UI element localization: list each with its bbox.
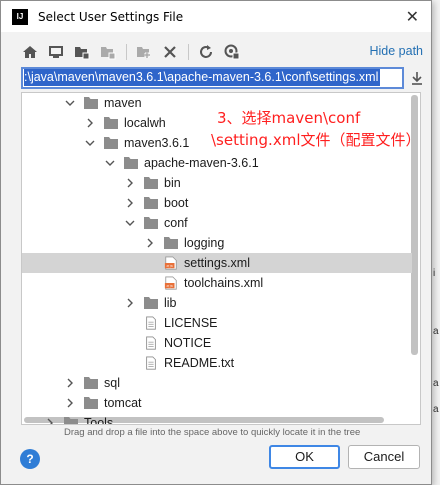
tree-row-label: boot — [164, 196, 189, 210]
tree-row-label: LICENSE — [164, 316, 218, 330]
path-text: :\java\maven\maven3.6.1\apache-maven-3.6… — [24, 69, 381, 86]
folder-icon — [83, 95, 99, 111]
tree-row[interactable]: Tools — [22, 413, 412, 425]
annotation-line-1: 3、选择maven\conf — [217, 109, 361, 127]
folder-icon — [83, 375, 99, 391]
new-folder-icon[interactable] — [133, 41, 155, 63]
tree-row-label: logging — [184, 236, 225, 250]
tree-row[interactable]: NOTICE — [22, 333, 412, 353]
tree-row[interactable]: tomcat — [22, 393, 412, 413]
background-text: a — [433, 378, 439, 389]
download-arrow-icon[interactable] — [409, 70, 425, 86]
tree-row[interactable]: logging — [22, 233, 412, 253]
folder-icon — [143, 215, 159, 231]
folder-icon — [103, 115, 119, 131]
toolbar-separator — [188, 44, 189, 60]
text-file-icon — [143, 315, 159, 331]
chevron-right-icon[interactable] — [45, 418, 55, 424]
title-bar: IJ Select User Settings File ✕ — [1, 1, 431, 32]
cancel-button[interactable]: Cancel — [348, 445, 420, 469]
svg-text:<>: <> — [166, 263, 174, 269]
tree-row-label: tomcat — [104, 396, 142, 410]
delete-icon[interactable] — [159, 41, 181, 63]
tree-row[interactable]: lib — [22, 293, 412, 313]
tree-row-label: bin — [164, 176, 181, 190]
tree-row-label: NOTICE — [164, 336, 212, 350]
tree-row[interactable]: boot — [22, 193, 412, 213]
desktop-icon[interactable] — [45, 41, 67, 63]
tree-row-label: localwh — [124, 116, 166, 130]
close-icon[interactable]: ✕ — [406, 7, 419, 27]
tree-row[interactable]: bin — [22, 173, 412, 193]
annotation-line-2: \setting.xml文件（配置文件） — [211, 131, 421, 149]
folder-icon — [143, 295, 159, 311]
folder-icon — [143, 175, 159, 191]
tree-row[interactable]: conf — [22, 213, 412, 233]
tree-row[interactable]: <> toolchains.xml — [22, 273, 412, 293]
file-chooser-toolbar: Hide path — [19, 41, 423, 63]
tree-row-label: toolchains.xml — [184, 276, 264, 290]
tree-row[interactable]: apache-maven-3.6.1 — [22, 153, 412, 173]
tree-row-label: settings.xml — [184, 256, 250, 270]
folder-icon — [63, 415, 79, 424]
chevron-right-icon[interactable] — [65, 378, 75, 388]
folder-icon — [143, 195, 159, 211]
chevron-down-icon[interactable] — [105, 158, 115, 168]
tree-row[interactable]: sql — [22, 373, 412, 393]
chevron-right-icon[interactable] — [65, 398, 75, 408]
svg-text:<>: <> — [166, 283, 174, 289]
module-folder-icon[interactable] — [97, 41, 119, 63]
tree-row-label: Tools — [84, 416, 114, 425]
toolbar-separator — [126, 44, 127, 60]
tree-row-label: lib — [164, 296, 177, 310]
tree-row-label: maven — [104, 96, 142, 110]
xml-file-icon: <> — [163, 255, 179, 271]
ok-button[interactable]: OK — [269, 445, 340, 469]
tree-row[interactable]: <> settings.xml — [22, 253, 412, 273]
show-hidden-icon[interactable] — [221, 41, 243, 63]
project-folder-icon[interactable] — [71, 41, 93, 63]
background-text: a — [433, 404, 439, 415]
chevron-right-icon[interactable] — [125, 198, 135, 208]
chevron-right-icon[interactable] — [85, 118, 95, 128]
text-file-icon — [143, 335, 159, 351]
tree-row-label: conf — [164, 216, 188, 230]
folder-icon — [123, 155, 139, 171]
chevron-right-icon[interactable] — [145, 238, 155, 248]
tree-row-label: README.txt — [164, 356, 235, 370]
home-icon[interactable] — [19, 41, 41, 63]
refresh-icon[interactable] — [195, 41, 217, 63]
select-settings-dialog: IJ Select User Settings File ✕ Hide path… — [0, 0, 432, 485]
folder-icon — [83, 395, 99, 411]
red-annotation: 3、选择maven\conf \setting.xml文件（配置文件） — [211, 107, 420, 151]
background-text: i — [433, 268, 436, 279]
chevron-right-icon[interactable] — [125, 178, 135, 188]
dialog-title: Select User Settings File — [38, 9, 184, 24]
path-row: :\java\maven\maven3.6.1\apache-maven-3.6… — [21, 67, 425, 89]
chevron-down-icon[interactable] — [65, 98, 75, 108]
background-text: a — [433, 326, 439, 337]
text-file-icon — [143, 355, 159, 371]
chevron-down-icon[interactable] — [125, 218, 135, 228]
tree-row-label: sql — [104, 376, 120, 390]
tree-row[interactable]: README.txt — [22, 353, 412, 373]
path-input[interactable]: :\java\maven\maven3.6.1\apache-maven-3.6… — [21, 67, 404, 89]
xml-file-icon: <> — [163, 275, 179, 291]
tree-row[interactable]: LICENSE — [22, 313, 412, 333]
tree-row-label: apache-maven-3.6.1 — [144, 156, 259, 170]
folder-icon — [163, 235, 179, 251]
help-button[interactable]: ? — [20, 449, 40, 469]
intellij-app-icon: IJ — [12, 8, 28, 25]
tree-row-label: maven3.6.1 — [124, 136, 190, 150]
folder-icon — [103, 135, 119, 151]
hide-path-link[interactable]: Hide path — [369, 44, 423, 58]
chevron-down-icon[interactable] — [85, 138, 95, 148]
chevron-right-icon[interactable] — [125, 298, 135, 308]
drag-drop-hint: Drag and drop a file into the space abov… — [64, 427, 361, 438]
